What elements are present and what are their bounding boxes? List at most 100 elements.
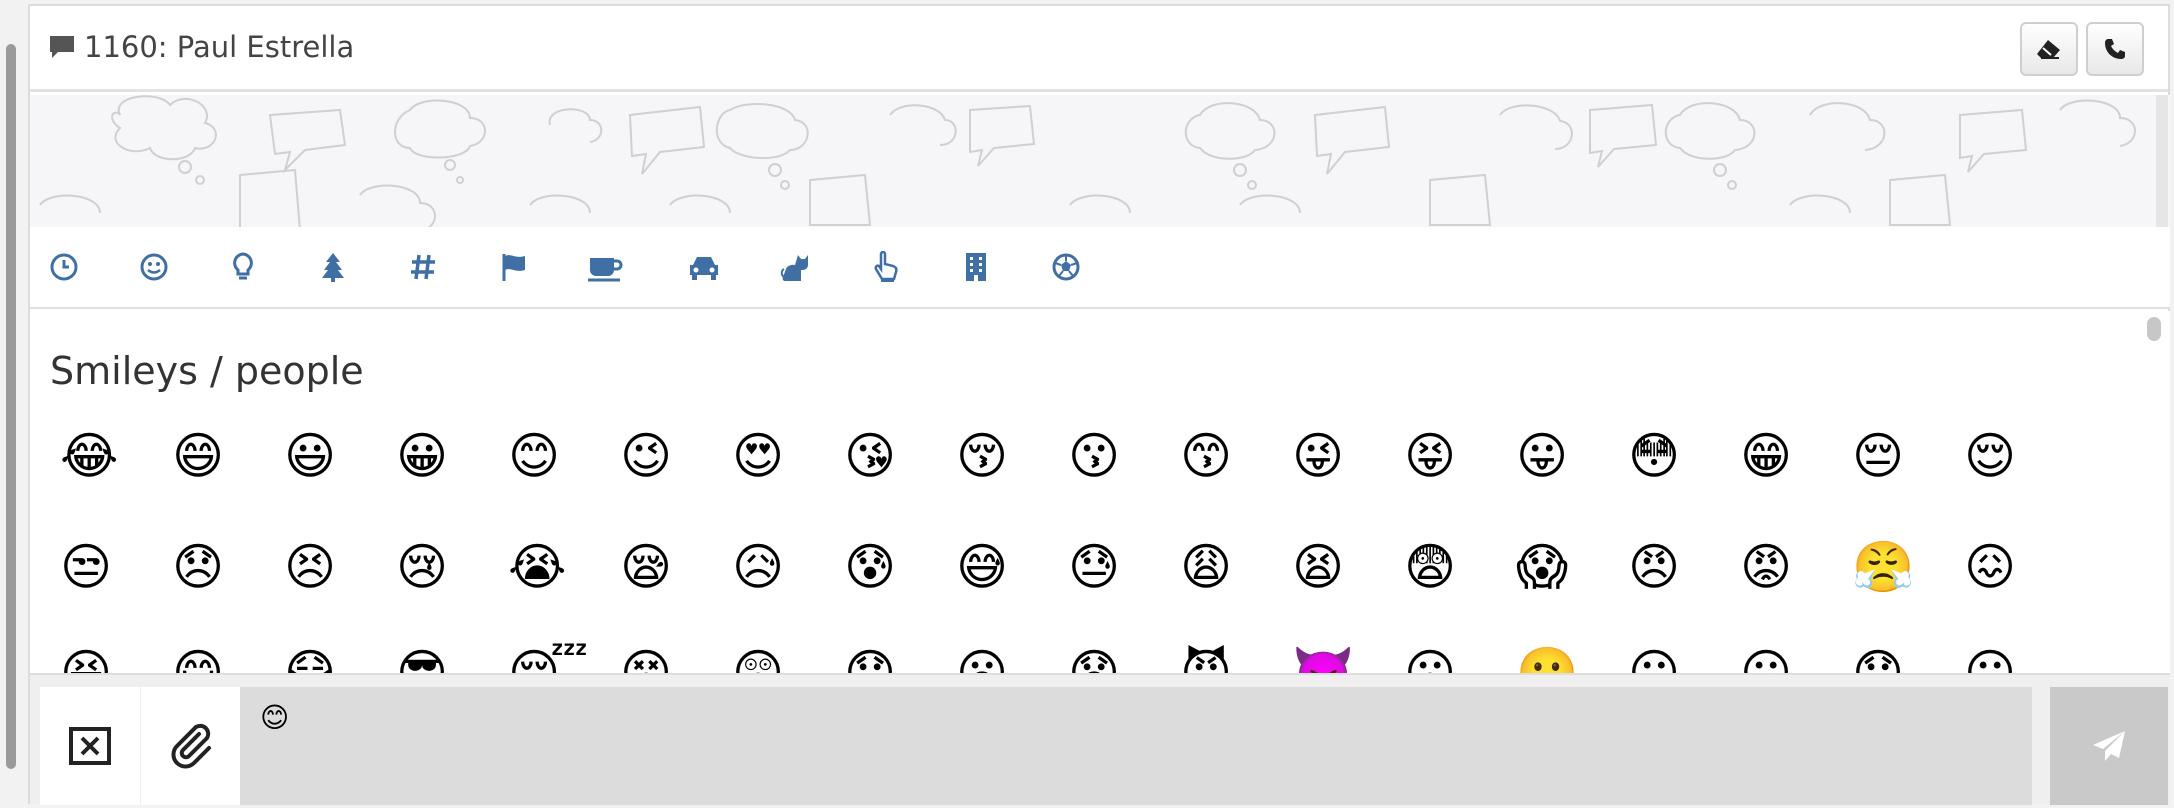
paperclip-icon xyxy=(171,723,211,769)
tab-gestures[interactable] xyxy=(866,247,906,287)
clock-icon xyxy=(50,253,78,281)
emoji-button[interactable]: 👿 xyxy=(1290,638,1402,673)
emoji-button[interactable]: 😆 xyxy=(58,638,170,673)
cat-icon xyxy=(780,255,808,281)
emoji-button[interactable]: 😰 xyxy=(842,532,954,602)
coffee-icon xyxy=(588,258,623,282)
emoji-button[interactable]: 😘 xyxy=(842,421,954,491)
emoji-button[interactable]: 😉 xyxy=(618,421,730,491)
emoji-button[interactable]: 😊 xyxy=(506,421,618,491)
hand-pointer-icon xyxy=(874,251,898,282)
chat-scroll-track[interactable] xyxy=(2156,95,2168,227)
emoji-button[interactable]: 😪 xyxy=(618,532,730,602)
emoji-button[interactable]: 😫 xyxy=(1290,532,1402,602)
tab-nature[interactable] xyxy=(313,247,353,287)
tab-symbols[interactable] xyxy=(403,247,443,287)
emoji-button[interactable]: 😃 xyxy=(282,421,394,491)
emoji-button[interactable]: 😈 xyxy=(1178,638,1290,673)
speech-bubbles-pattern xyxy=(39,95,2136,227)
building-icon xyxy=(966,253,986,281)
emoji-scrollbar[interactable] xyxy=(2140,311,2170,673)
emoji-button[interactable]: 😄 xyxy=(170,421,282,491)
emoji-button[interactable]: 😨 xyxy=(1402,532,1514,602)
message-input-value: 😊 xyxy=(260,701,290,734)
emoji-button[interactable]: 😴 xyxy=(506,638,618,673)
emoji-button[interactable]: 😙 xyxy=(1178,421,1290,491)
emoji-button[interactable]: 😗 xyxy=(1066,421,1178,491)
emoji-button[interactable]: 😥 xyxy=(730,532,842,602)
tab-recent[interactable] xyxy=(44,247,84,287)
emoji-button[interactable]: 😖 xyxy=(1962,532,2074,602)
attach-file-button[interactable] xyxy=(141,687,241,805)
lightbulb-icon xyxy=(233,252,253,280)
send-button[interactable] xyxy=(2050,687,2168,805)
emoji-scrollbar-thumb[interactable] xyxy=(2147,317,2161,341)
emoji-button[interactable]: 😩 xyxy=(1178,532,1290,602)
chat-title: 1160: Paul Estrella xyxy=(48,30,354,64)
tab-food[interactable] xyxy=(585,247,625,287)
emoji-button[interactable]: 😋 xyxy=(170,638,282,673)
emoji-button[interactable]: 😲 xyxy=(730,638,842,673)
emoji-button[interactable]: 😀 xyxy=(394,421,506,491)
chat-panel: 1160: Paul Estrella Smileys / people 😂 😄… xyxy=(28,4,2170,805)
eraser-icon xyxy=(2037,40,2060,59)
emoji-button[interactable]: 😜 xyxy=(1290,421,1402,491)
emoji-button[interactable]: 😝 xyxy=(1402,421,1514,491)
emoji-button[interactable]: 😦 xyxy=(954,638,1066,673)
tab-places[interactable] xyxy=(956,247,996,287)
emoji-category-tabs xyxy=(30,227,2170,309)
emoji-button[interactable]: 😎 xyxy=(394,638,506,673)
chat-bubble-icon xyxy=(50,36,74,58)
emoji-button[interactable]: 😁 xyxy=(1738,421,1850,491)
tree-icon xyxy=(322,253,344,282)
emoji-button[interactable]: 😔 xyxy=(1850,421,1962,491)
emoji-button[interactable]: 😟 xyxy=(842,638,954,673)
smiley-icon xyxy=(140,253,168,281)
emoji-row: 😂 😄 😃 😀 😊 😉 😍 😘 😚 😗 😙 😜 😝 😛 😳 😁 😔 😌 xyxy=(58,421,2074,491)
emoji-button[interactable]: 😵 xyxy=(618,638,730,673)
emoji-button[interactable]: 😡 xyxy=(1738,532,1850,602)
emoji-button[interactable]: 😣 xyxy=(282,532,394,602)
emoji-button[interactable]: 😬 xyxy=(1514,638,1626,673)
emoji-button[interactable]: 😛 xyxy=(1514,421,1626,491)
tab-objects[interactable] xyxy=(223,247,263,287)
tab-animals[interactable] xyxy=(776,247,816,287)
call-button[interactable] xyxy=(2086,22,2144,76)
emoji-button[interactable]: 😅 xyxy=(954,532,1066,602)
tab-travel[interactable] xyxy=(684,247,724,287)
emoji-button[interactable]: 😓 xyxy=(1066,532,1178,602)
emoji-row: 😆 😋 😷 😎 😴 😵 😲 😟 😦 😧 😈 👿 😮 😬 😐 😕 😯 😶 xyxy=(58,638,2074,673)
emoji-button[interactable]: 😂 xyxy=(58,421,170,491)
tab-activity[interactable] xyxy=(1046,247,1086,287)
emoji-button[interactable]: 😱 xyxy=(1514,532,1626,602)
close-emoji-button[interactable] xyxy=(40,687,140,805)
page-scrollbar-thumb[interactable] xyxy=(6,44,16,769)
emoji-button[interactable]: 😶 xyxy=(1962,638,2074,673)
chat-title-text: 1160: Paul Estrella xyxy=(84,30,355,64)
message-input[interactable]: 😊 xyxy=(240,687,2032,805)
emoji-button[interactable]: 😚 xyxy=(954,421,1066,491)
emoji-button[interactable]: 😯 xyxy=(1850,638,1962,673)
tab-smileys[interactable] xyxy=(134,247,174,287)
emoji-section-title: Smileys / people xyxy=(50,349,364,393)
page-scrollbar[interactable] xyxy=(0,0,28,808)
emoji-button[interactable]: 😤 xyxy=(1850,532,1962,602)
emoji-button[interactable]: 😒 xyxy=(58,532,170,602)
emoji-button[interactable]: 😧 xyxy=(1066,638,1178,673)
emoji-button[interactable]: 😕 xyxy=(1738,638,1850,673)
send-icon xyxy=(2093,731,2125,761)
tab-flags[interactable] xyxy=(494,247,534,287)
emoji-button[interactable]: 😠 xyxy=(1626,532,1738,602)
emoji-button[interactable]: 😌 xyxy=(1962,421,2074,491)
emoji-button[interactable]: 😳 xyxy=(1626,421,1738,491)
emoji-button[interactable]: 😐 xyxy=(1626,638,1738,673)
clear-chat-button[interactable] xyxy=(2020,22,2078,76)
close-box-icon xyxy=(69,727,111,765)
emoji-button[interactable]: 😢 xyxy=(394,532,506,602)
emoji-button[interactable]: 😮 xyxy=(1402,638,1514,673)
emoji-button[interactable]: 😍 xyxy=(730,421,842,491)
emoji-button[interactable]: 😷 xyxy=(282,638,394,673)
emoji-button[interactable]: 😭 xyxy=(506,532,618,602)
emoji-button[interactable]: 😞 xyxy=(170,532,282,602)
soccer-ball-icon xyxy=(1052,253,1080,281)
